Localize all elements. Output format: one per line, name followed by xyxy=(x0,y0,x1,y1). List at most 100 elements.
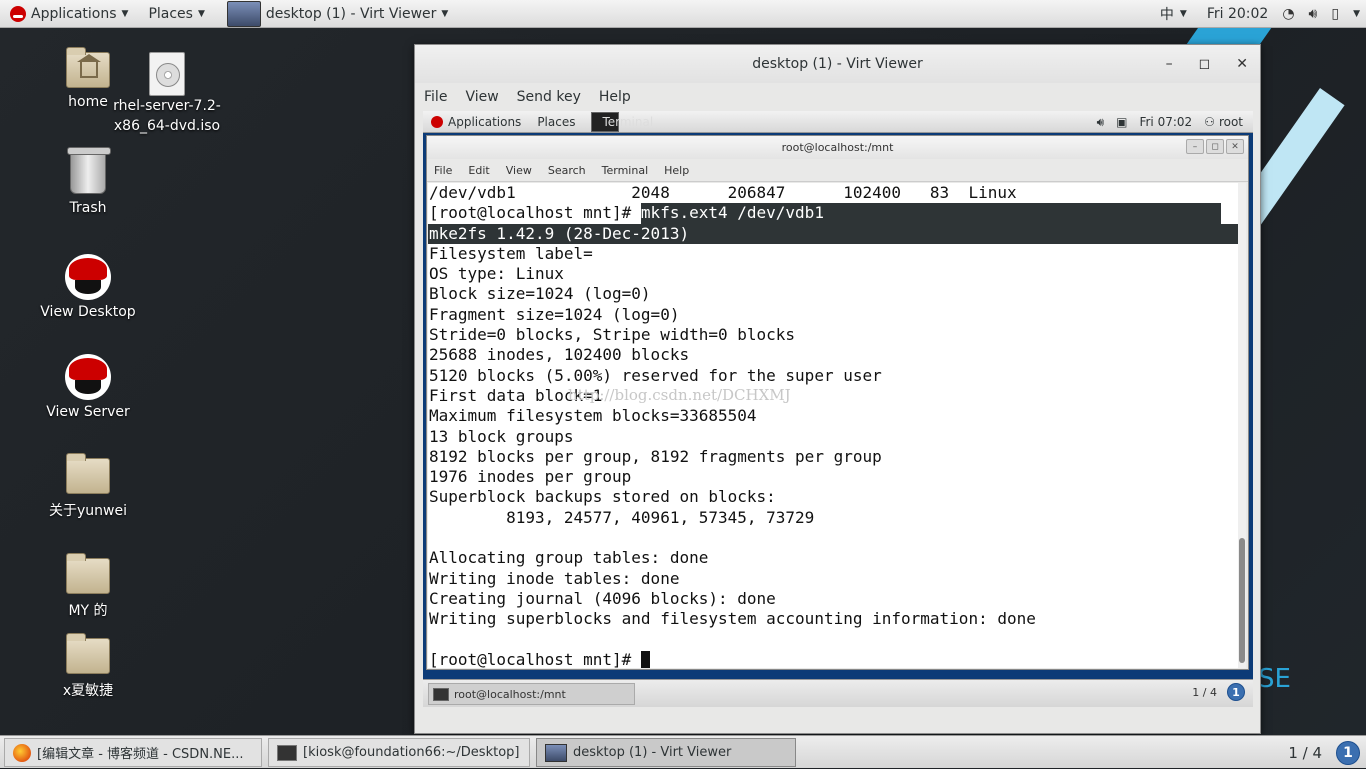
minimize-button[interactable]: – xyxy=(1166,56,1173,72)
guest-applications-menu[interactable]: Applications xyxy=(423,115,529,129)
maximize-button[interactable]: ◻ xyxy=(1206,139,1224,154)
system-tray: 中 ▼ Fri 20:02 ◔ 🔊︎ ▯ ▼ xyxy=(1160,0,1360,28)
guest-terminal-label: Terminal xyxy=(602,114,654,129)
terminal-line: 8192 blocks per group, 8192 fragments pe… xyxy=(429,446,882,466)
desktop-icon-folder-yunwei[interactable]: 关于yunwei xyxy=(43,453,133,520)
virt-viewer-icon xyxy=(226,0,261,27)
taskbar-item-virt-viewer[interactable]: desktop (1) - Virt Viewer xyxy=(536,738,796,767)
chevron-down-icon: ▼ xyxy=(197,8,205,19)
desktop-icon-folder-x[interactable]: x夏敏捷 xyxy=(43,633,133,700)
terminal-line-prompt: [root@localhost mnt]# xyxy=(428,650,1238,668)
terminal-window: root@localhost:/mnt – ◻ ✕ File Edit View… xyxy=(426,135,1249,670)
folder-icon xyxy=(66,553,110,594)
terminal-menu-edit[interactable]: Edit xyxy=(468,164,489,177)
disc-image-icon xyxy=(149,52,185,96)
terminal-window-controls: – ◻ ✕ xyxy=(1186,139,1244,154)
selected-command: mkfs.ext4 /dev/vdb1 xyxy=(640,203,1221,224)
minimize-button[interactable]: – xyxy=(1186,139,1204,154)
terminal-line: First data block=1 xyxy=(429,385,603,405)
folder-icon xyxy=(66,633,110,674)
window-titlebar[interactable]: desktop (1) - Virt Viewer – ◻ ✕ xyxy=(415,45,1260,83)
terminal-menu-help[interactable]: Help xyxy=(664,164,689,177)
chevron-down-icon: ▼ xyxy=(441,8,449,19)
menu-send-key[interactable]: Send key xyxy=(517,89,581,105)
virt-viewer-window: desktop (1) - Virt Viewer – ◻ ✕ File Vie… xyxy=(414,44,1261,734)
menu-help[interactable]: Help xyxy=(599,89,631,105)
guest-user-menu[interactable]: ⚇ root xyxy=(1204,115,1243,129)
terminal-line: OS type: Linux xyxy=(429,264,564,284)
desktop-icon-label: x夏敏捷 xyxy=(62,683,114,699)
applications-menu[interactable]: Applications ▼ xyxy=(0,0,138,28)
network-icon[interactable]: ▣ xyxy=(1116,115,1127,129)
input-method-indicator[interactable]: 中 ▼ xyxy=(1160,4,1187,24)
battery-icon[interactable]: ▯ xyxy=(1331,6,1339,22)
terminal-line: 5120 blocks (5.00%) reserved for the sup… xyxy=(429,365,882,385)
terminal-titlebar[interactable]: root@localhost:/mnt – ◻ ✕ xyxy=(427,136,1248,159)
places-label: Places xyxy=(148,5,193,22)
guest-active-window[interactable]: Terminal xyxy=(583,111,661,132)
guest-places-label: Places xyxy=(537,114,576,129)
redhat-logo-icon xyxy=(431,115,443,128)
terminal-line: Superblock backups stored on blocks: xyxy=(429,487,776,507)
chevron-down-icon: ▼ xyxy=(1179,9,1187,19)
desktop-icon-label: View Desktop xyxy=(40,304,136,320)
notification-icon[interactable]: 1 xyxy=(1227,683,1245,701)
guest-display[interactable]: Applications Places Terminal 🔊︎ ▣ Fri 07… xyxy=(423,111,1253,707)
maximize-button[interactable]: ◻ xyxy=(1199,56,1211,72)
active-window-title: desktop (1) - Virt Viewer xyxy=(265,5,437,22)
taskbar-item-label: [kiosk@foundation66:~/Desktop] xyxy=(303,745,520,760)
guest-clock[interactable]: Fri 07:02 xyxy=(1139,115,1192,129)
guest-places-menu[interactable]: Places xyxy=(529,115,583,129)
prompt: [root@localhost mnt]# xyxy=(429,649,641,668)
desktop-icon-iso[interactable]: rhel-server-7.2-x86_64-dvd.iso xyxy=(112,52,222,136)
terminal-line: Writing superblocks and filesystem accou… xyxy=(429,609,1036,629)
terminal-line: 13 block groups xyxy=(429,426,574,446)
taskbar-item-terminal[interactable]: [kiosk@foundation66:~/Desktop] xyxy=(268,738,530,767)
folder-icon xyxy=(66,453,110,494)
terminal-scrollbar[interactable] xyxy=(1238,183,1246,668)
taskbar-item-firefox[interactable]: [编辑文章 - 博客频道 - CSDN.NE... xyxy=(4,738,262,767)
guest-system-tray: 🔊︎ ▣ Fri 07:02 ⚇ root xyxy=(1097,111,1243,133)
terminal-icon xyxy=(277,744,297,761)
text-cursor xyxy=(640,650,650,668)
terminal-menu-file[interactable]: File xyxy=(434,164,452,177)
desktop-icon-trash[interactable]: Trash xyxy=(43,147,133,216)
workspace-indicator[interactable]: 1 / 4 xyxy=(1288,744,1322,762)
clock[interactable]: Fri 20:02 xyxy=(1207,6,1268,22)
terminal-output[interactable]: /dev/vdb1 2048 206847 102400 83 Linux [r… xyxy=(428,183,1238,668)
taskbar-item-label: [编辑文章 - 博客频道 - CSDN.NE... xyxy=(37,747,244,762)
guest-user-label: root xyxy=(1218,115,1243,129)
guest-workspace-indicator[interactable]: 1 / 4 xyxy=(1192,686,1217,699)
desktop-icon-label: rhel-server-7.2-x86_64-dvd.iso xyxy=(113,98,221,134)
scrollbar-thumb[interactable] xyxy=(1239,538,1245,663)
taskbar-item-label: desktop (1) - Virt Viewer xyxy=(573,745,732,760)
wifi-icon[interactable]: ◔ xyxy=(1282,6,1294,22)
background-text: SE xyxy=(1258,664,1291,694)
desktop-icon-view-desktop[interactable]: View Desktop xyxy=(39,254,137,320)
top-panel: Applications ▼ Places ▼ desktop (1) - Vi… xyxy=(0,0,1366,28)
desktop-icon-folder-my[interactable]: MY 的 xyxy=(43,553,133,620)
terminal-menu-terminal[interactable]: Terminal xyxy=(602,164,649,177)
prompt: [root@localhost mnt]# xyxy=(429,203,641,223)
volume-icon[interactable]: 🔊︎ xyxy=(1097,115,1105,130)
chevron-down-icon[interactable]: ▼ xyxy=(1353,9,1360,19)
taskbar-right: 1 / 4 1 xyxy=(1288,736,1360,769)
guest-workspace-pager: 1 / 4 1 xyxy=(1192,683,1245,701)
active-window-menu[interactable]: desktop (1) - Virt Viewer ▼ xyxy=(215,0,458,28)
terminal-menu-search[interactable]: Search xyxy=(548,164,586,177)
close-button[interactable]: ✕ xyxy=(1226,139,1244,154)
terminal-menu-view[interactable]: View xyxy=(506,164,532,177)
notification-icon[interactable]: 1 xyxy=(1336,740,1360,765)
bottom-panel: [编辑文章 - 博客频道 - CSDN.NE... [kiosk@foundat… xyxy=(0,735,1366,768)
close-button[interactable]: ✕ xyxy=(1236,56,1248,72)
guest-taskbar-item-terminal[interactable]: root@localhost:/mnt xyxy=(428,683,635,705)
volume-icon[interactable]: 🔊︎ xyxy=(1309,6,1318,22)
menu-view[interactable]: View xyxy=(465,89,498,105)
terminal-line: 1976 inodes per group xyxy=(429,467,632,487)
places-menu[interactable]: Places ▼ xyxy=(138,0,214,28)
terminal-line-selected: mke2fs 1.42.9 (28-Dec-2013) xyxy=(428,223,1238,244)
menu-file[interactable]: File xyxy=(424,89,447,105)
redhat-logo-icon xyxy=(10,5,26,22)
desktop-icon-view-server[interactable]: View Server xyxy=(39,354,137,420)
